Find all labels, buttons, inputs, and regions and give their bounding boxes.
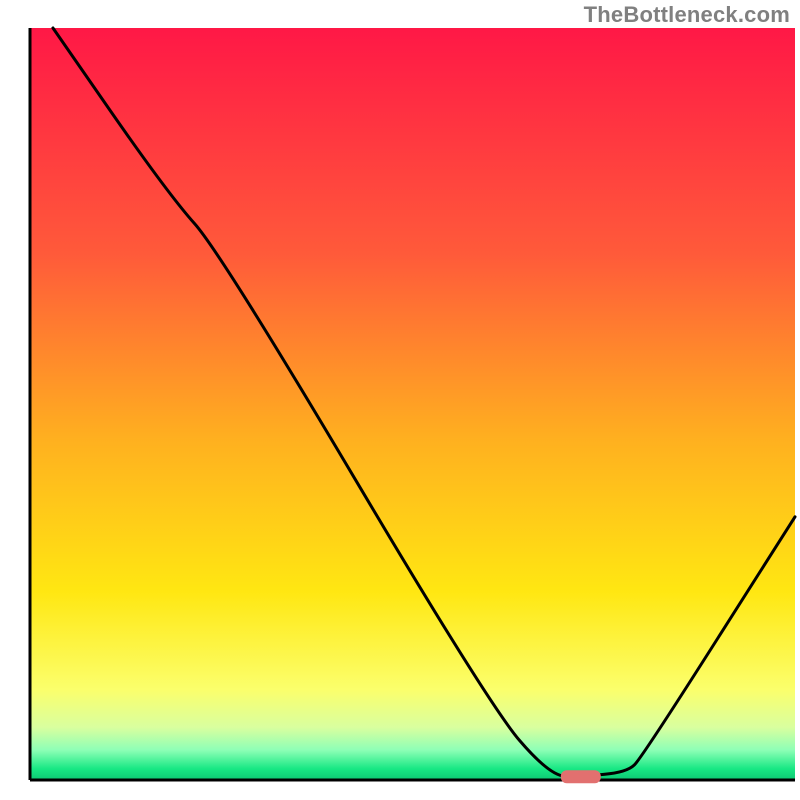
plot-background [30, 28, 795, 780]
bottleneck-chart [0, 0, 800, 800]
optimal-point-marker [561, 770, 601, 783]
chart-stage: TheBottleneck.com [0, 0, 800, 800]
